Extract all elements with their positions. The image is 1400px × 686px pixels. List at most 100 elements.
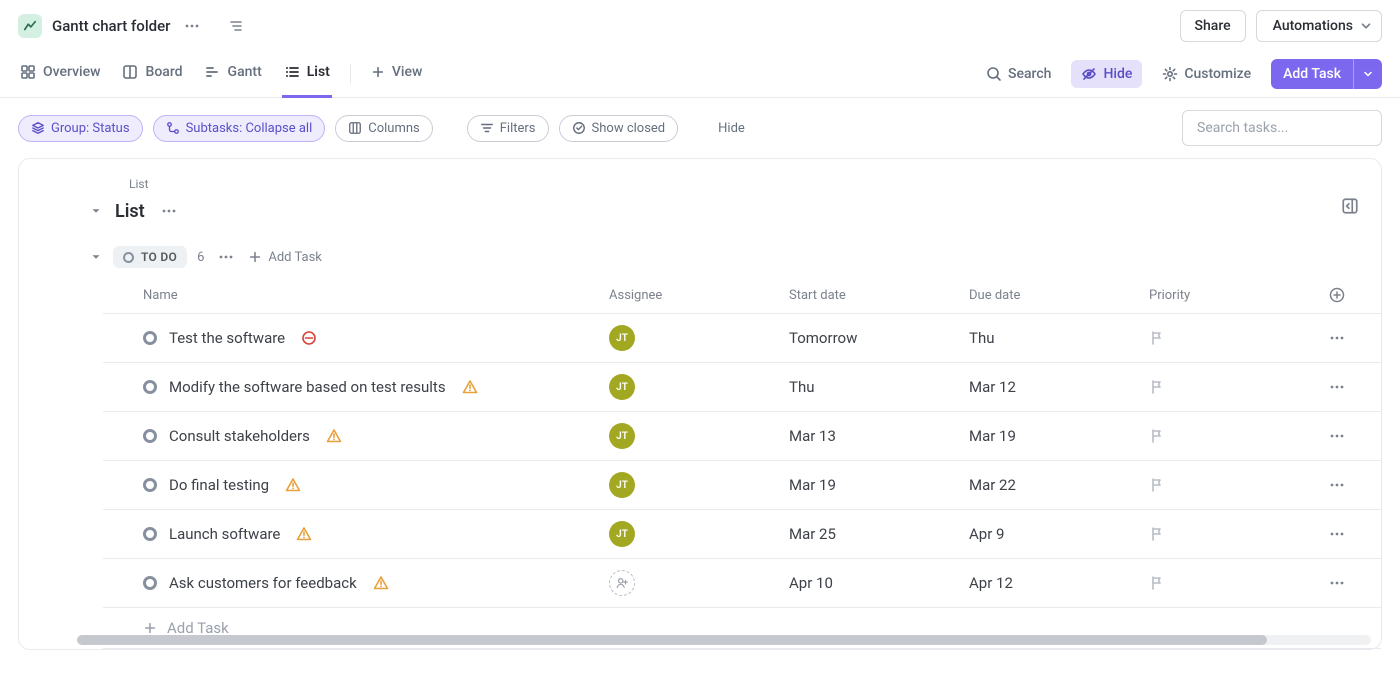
due-date[interactable]: Thu [961,314,1141,363]
table-row[interactable]: Ask customers for feedback Apr 10 Apr 12 [103,559,1381,608]
col-header-assignee[interactable]: Assignee [601,277,781,314]
group-add-task[interactable]: Add Task [248,250,322,265]
priority-cell[interactable] [1141,461,1321,510]
table-row[interactable]: Do final testing JT Mar 19 Mar 22 [103,461,1381,510]
hide-button[interactable]: Hide [1071,60,1142,88]
warning-icon [285,477,301,493]
col-header-name[interactable]: Name [103,277,601,314]
add-task-button[interactable]: Add Task [1271,59,1382,89]
assignee-avatar[interactable]: JT [609,521,635,547]
due-date[interactable]: Apr 12 [961,559,1141,608]
assignee-avatar[interactable]: JT [609,472,635,498]
viewbar-right: Search Hide Customize Add Task [976,59,1382,89]
table-row[interactable]: Test the software JT Tomorrow Thu [103,314,1381,363]
list-more-icon[interactable] [157,199,181,223]
status-circle-icon[interactable] [143,380,157,394]
start-date[interactable]: Mar 25 [781,510,961,559]
expand-panel-icon[interactable] [1341,197,1359,215]
tab-overview-label: Overview [43,64,100,80]
row-more-icon[interactable] [1329,330,1373,346]
row-more-icon[interactable] [1329,379,1373,395]
table-row[interactable]: Modify the software based on test result… [103,363,1381,412]
assignee-add[interactable] [609,570,635,596]
table-row[interactable]: Launch software JT Mar 25 Apr 9 [103,510,1381,559]
search-button[interactable]: Search [976,60,1061,88]
add-task-dropdown[interactable] [1353,59,1382,89]
col-header-add[interactable] [1321,277,1381,314]
priority-cell[interactable] [1141,314,1321,363]
columns-pill[interactable]: Columns [335,115,433,142]
row-more-icon[interactable] [1329,428,1373,444]
filterbar-left: Group: Status Subtasks: Collapse all Col… [18,115,751,142]
customize-label: Customize [1184,66,1251,82]
col-header-priority[interactable]: Priority [1141,277,1321,314]
status-circle-icon[interactable] [143,478,157,492]
row-more-icon[interactable] [1329,477,1373,493]
priority-cell[interactable] [1141,559,1321,608]
collapse-group-icon[interactable] [89,250,103,264]
status-circle-icon[interactable] [143,527,157,541]
row-more-icon[interactable] [1329,526,1373,542]
due-date[interactable]: Apr 9 [961,510,1141,559]
add-column-icon [1329,287,1345,303]
filters-pill[interactable]: Filters [467,115,549,142]
tab-board[interactable]: Board [120,50,184,98]
due-date[interactable]: Mar 12 [961,363,1141,412]
layers-icon [31,121,45,135]
assignee-avatar[interactable]: JT [609,374,635,400]
assignee-avatar[interactable]: JT [609,423,635,449]
group-pill[interactable]: Group: Status [18,115,143,142]
customize-button[interactable]: Customize [1152,60,1261,88]
due-date[interactable]: Mar 19 [961,412,1141,461]
col-header-due[interactable]: Due date [961,277,1141,314]
tasks-table: Name Assignee Start date Due date Priori… [103,277,1381,649]
priority-cell[interactable] [1141,412,1321,461]
search-tasks-input[interactable] [1195,119,1369,137]
tab-gantt[interactable]: Gantt [203,50,264,98]
more-icon[interactable] [180,14,204,38]
task-name: Launch software [169,525,280,543]
tab-overview[interactable]: Overview [18,50,102,98]
gantt-icon [205,64,221,80]
status-circle-icon[interactable] [143,331,157,345]
show-closed-pill[interactable]: Show closed [559,115,679,142]
group-pill-label: Group: Status [51,121,130,136]
col-header-start[interactable]: Start date [781,277,961,314]
start-date[interactable]: Mar 19 [781,461,961,510]
add-view-button[interactable]: View [369,50,425,98]
assignee-avatar[interactable]: JT [609,325,635,351]
start-date[interactable]: Apr 10 [781,559,961,608]
add-task-main[interactable]: Add Task [1271,59,1353,89]
status-circle-icon[interactable] [143,576,157,590]
search-tasks-box[interactable] [1182,110,1382,146]
search-label: Search [1008,66,1051,82]
hide-filters-link[interactable]: Hide [712,121,751,136]
task-name: Consult stakeholders [169,427,310,445]
flag-icon [1149,477,1165,493]
group-more-icon[interactable] [214,245,238,269]
status-circle-icon[interactable] [143,429,157,443]
status-chip[interactable]: TO DO [113,246,187,268]
share-button[interactable]: Share [1180,10,1246,42]
page-title: Gantt chart folder [52,17,170,35]
tab-gantt-label: Gantt [228,64,262,80]
flag-icon [1149,575,1165,591]
outline-icon[interactable] [224,14,248,38]
list-icon [284,64,300,80]
table-row[interactable]: Consult stakeholders JT Mar 13 Mar 19 [103,412,1381,461]
start-date[interactable]: Thu [781,363,961,412]
start-date[interactable]: Tomorrow [781,314,961,363]
priority-cell[interactable] [1141,510,1321,559]
due-date[interactable]: Mar 22 [961,461,1141,510]
row-more-icon[interactable] [1329,575,1373,591]
priority-cell[interactable] [1141,363,1321,412]
start-date[interactable]: Mar 13 [781,412,961,461]
filter-icon [480,121,494,135]
blocked-icon [301,330,317,346]
collapse-list-icon[interactable] [89,204,103,218]
list-title: List [115,201,145,222]
tab-list[interactable]: List [282,50,332,98]
horizontal-scrollbar[interactable] [77,635,1371,645]
automations-button[interactable]: Automations [1256,10,1382,42]
subtasks-pill[interactable]: Subtasks: Collapse all [153,115,326,142]
